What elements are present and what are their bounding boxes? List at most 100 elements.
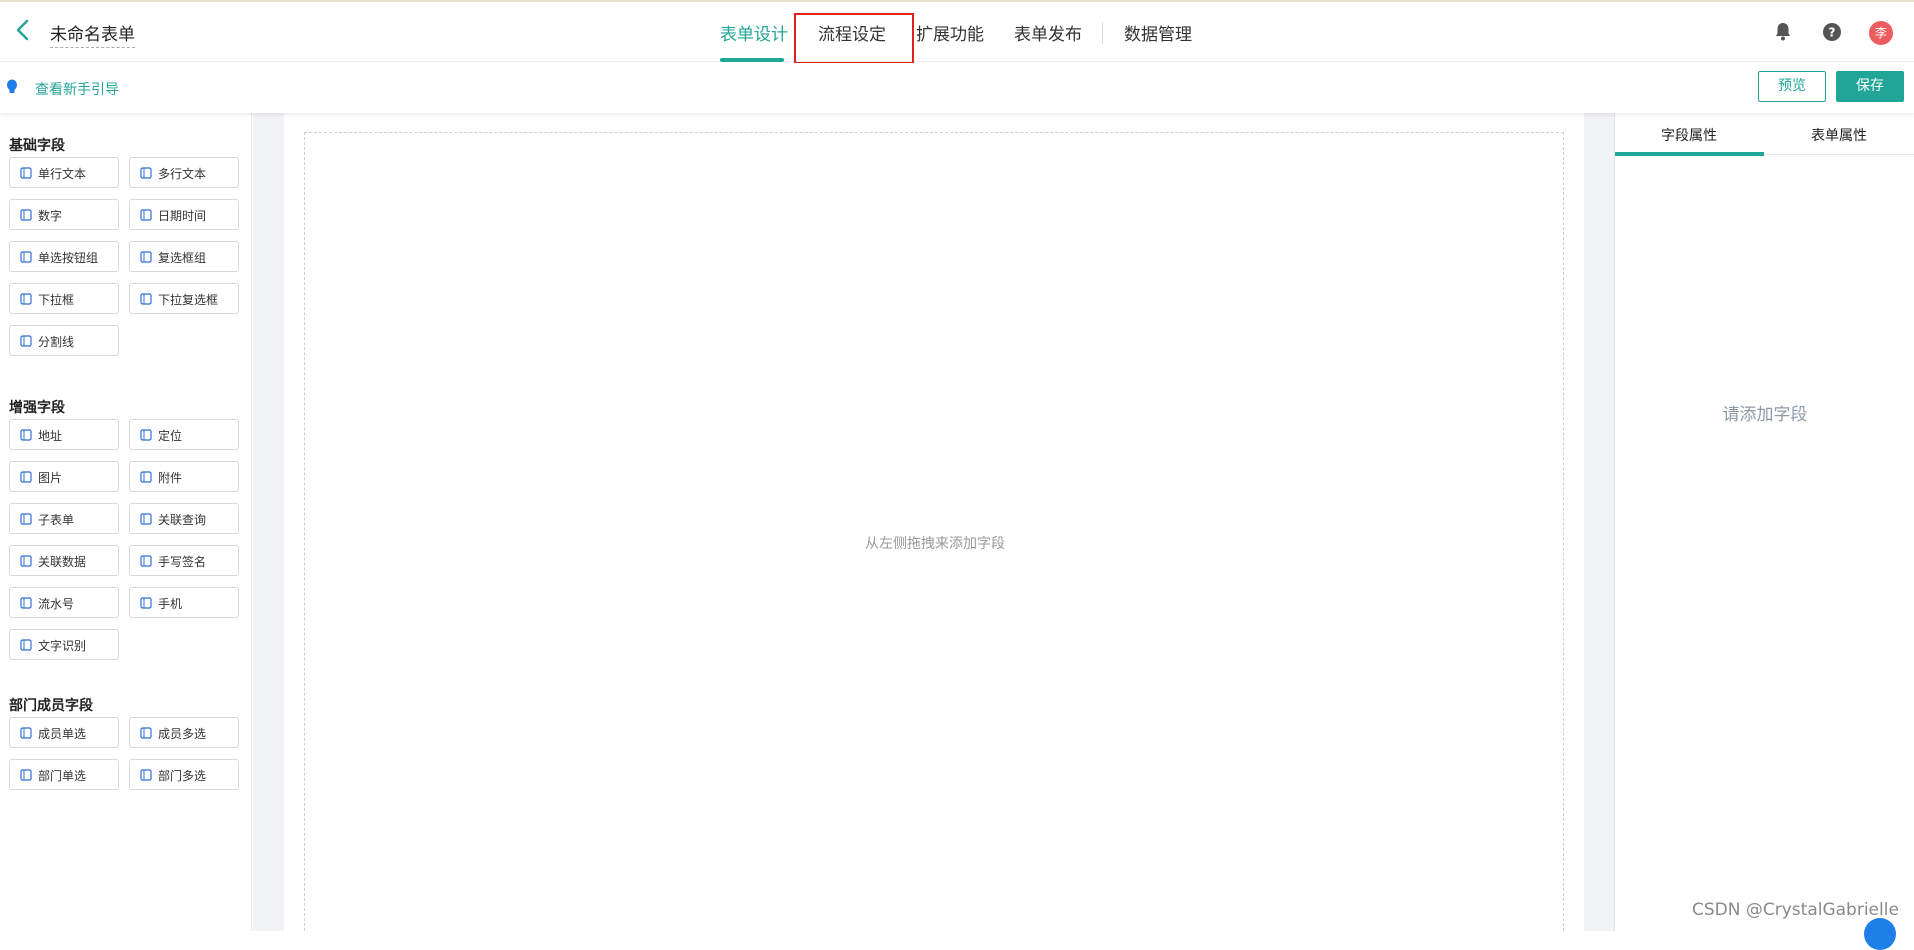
image-icon [20,471,32,483]
field-item-label: 关联数据 [38,555,87,569]
field-item-label: 定位 [158,429,183,443]
highlight-box [794,13,914,64]
field-item[interactable]: 定位 [129,419,239,450]
ocr-icon [20,639,32,651]
field-item[interactable]: 手机 [129,587,239,618]
field-item-label: 附件 [158,471,183,485]
departments-icon [140,769,152,781]
tab-field-properties[interactable]: 字段属性 [1615,125,1763,145]
field-item-label: 部门多选 [158,769,207,783]
field-item-label: 日期时间 [158,209,207,223]
location-pin-icon [20,429,32,441]
toolbar: 查看新手引导 预览 保存 [0,63,1914,113]
user-icon [20,727,32,739]
field-item[interactable]: 流水号 [9,587,119,618]
watermark: CSDN @CrystalGabrielle [1692,900,1899,920]
form-title[interactable]: 未命名表单 [50,20,135,48]
field-item[interactable]: 文字识别 [9,629,119,660]
field-item-label: 下拉复选框 [158,293,219,307]
field-item-label: 分割线 [38,335,75,349]
field-item[interactable]: 关联查询 [129,503,239,534]
text-multi-icon [140,167,152,179]
dropdown-icon [20,293,32,305]
field-palette: 基础字段单行文本 多行文本数字 日期时间单选按钮组 复选框组下拉框 下拉复选框分割线增强… [0,113,252,931]
field-item[interactable]: 单行文本 [9,157,119,188]
properties-panel: 字段属性 表单属性 请添加字段 [1614,113,1914,931]
empty-hint: 请添加字段 [1722,405,1808,425]
field-item-label: 成员单选 [38,727,87,741]
users-icon [140,727,152,739]
field-item-label: 流水号 [38,597,75,611]
divider-icon [20,335,32,347]
field-item[interactable]: 单选按钮组 [9,241,119,272]
field-item-label: 子表单 [38,513,75,527]
field-item[interactable]: 数字 [9,199,119,230]
field-item[interactable]: 分割线 [9,325,119,356]
save-button[interactable]: 保存 [1836,71,1904,102]
field-item-label: 图片 [38,471,63,485]
field-item-label: 成员多选 [158,727,207,741]
avatar[interactable]: 李 [1869,21,1893,45]
bell-icon[interactable] [1771,20,1795,44]
drop-hint: 从左侧拖拽来添加字段 [865,536,1005,552]
tab-separator [1102,22,1103,44]
view-guide-link[interactable]: 查看新手引导 [35,79,119,99]
subform-icon [20,513,32,525]
svg-text:?: ? [1829,26,1836,40]
dropdown-multi-icon [140,293,152,305]
section-title: 增强字段 [9,400,65,416]
preview-button[interactable]: 预览 [1758,71,1826,102]
crosshair-icon [140,429,152,441]
number-icon [20,209,32,221]
field-item[interactable]: 多行文本 [129,157,239,188]
section-title: 基础字段 [9,138,65,154]
field-item[interactable]: 复选框组 [129,241,239,272]
field-item-label: 下拉框 [38,293,75,307]
cloud-upload-icon [140,471,152,483]
app-header: 未命名表单 表单设计 流程设定 扩展功能 表单发布 数据管理 ? 李 [0,2,1914,64]
radio-icon [20,251,32,263]
back-arrow-icon[interactable] [14,18,32,42]
field-item-label: 单选按钮组 [38,251,99,265]
field-item[interactable]: 部门单选 [9,759,119,790]
tab-data-management[interactable]: 数据管理 [1124,20,1192,45]
help-bubble-icon[interactable] [1864,918,1896,950]
field-item[interactable]: 成员单选 [9,717,119,748]
tab-form-publish[interactable]: 表单发布 [1014,20,1082,45]
active-tab-indicator [1615,152,1764,156]
department-icon [20,769,32,781]
field-item[interactable]: 成员多选 [129,717,239,748]
field-item-label: 单行文本 [38,167,87,181]
field-item[interactable]: 子表单 [9,503,119,534]
field-item[interactable]: 部门多选 [129,759,239,790]
link-data-icon [20,555,32,567]
field-item[interactable]: 地址 [9,419,119,450]
field-item-label: 数字 [38,209,63,223]
field-item[interactable]: 附件 [129,461,239,492]
help-icon[interactable]: ? [1820,20,1844,44]
field-item[interactable]: 下拉复选框 [129,283,239,314]
tab-form-design[interactable]: 表单设计 [720,20,788,45]
field-item-label: 关联查询 [158,513,207,527]
checkbox-icon [140,251,152,263]
mobile-icon [140,597,152,609]
serial-number-icon [20,597,32,609]
field-item-label: 多行文本 [158,167,207,181]
field-item-label: 地址 [38,429,63,443]
field-item[interactable]: 日期时间 [129,199,239,230]
field-item[interactable]: 图片 [9,461,119,492]
field-item-label: 手写签名 [158,555,207,569]
field-item-label: 部门单选 [38,769,87,783]
drop-zone[interactable]: 从左侧拖拽来添加字段 [304,132,1564,931]
field-item-label: 文字识别 [38,639,87,653]
lightbulb-icon [7,79,17,93]
field-item[interactable]: 关联数据 [9,545,119,576]
tab-extensions[interactable]: 扩展功能 [916,20,984,45]
field-item-label: 复选框组 [158,251,207,265]
tab-form-properties[interactable]: 表单属性 [1765,125,1913,145]
field-item[interactable]: 下拉框 [9,283,119,314]
pen-icon [140,555,152,567]
section-title: 部门成员字段 [9,698,93,714]
calendar-icon [140,209,152,221]
field-item[interactable]: 手写签名 [129,545,239,576]
